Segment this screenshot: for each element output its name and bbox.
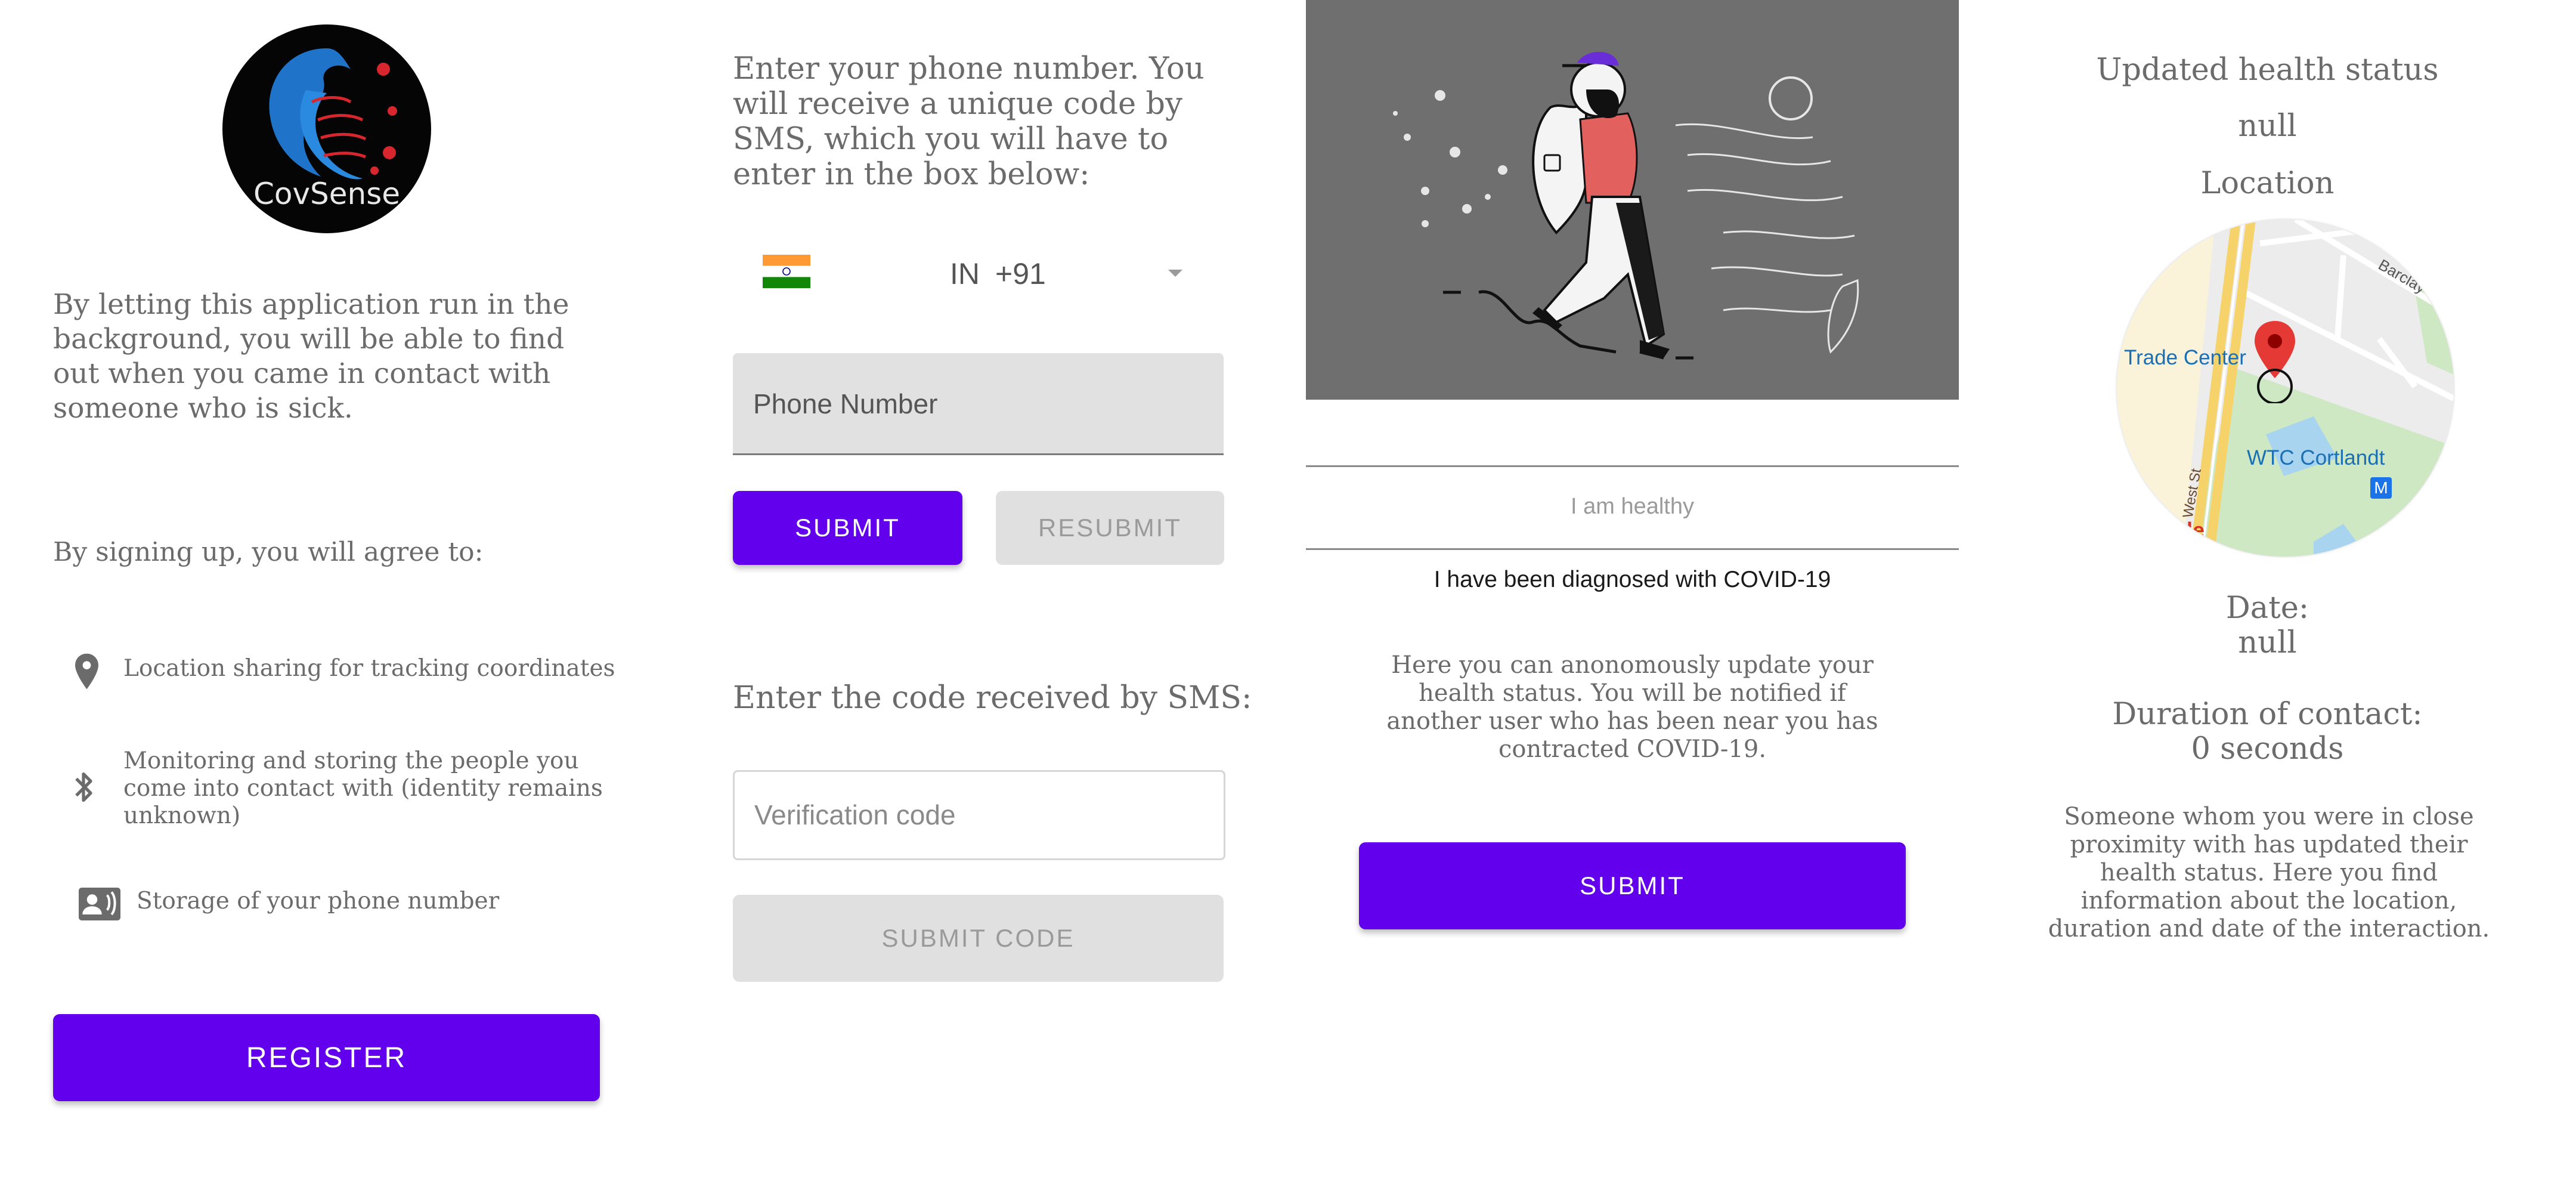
location-pin-icon [70,652,103,691]
dial-code: +91 [995,257,1046,291]
india-flag-icon [763,255,810,288]
duration-value: 0 seconds [2191,731,2344,767]
location-map[interactable]: Trade Center WTC Cortlandt Barclay West … [2117,220,2454,557]
date-label: Date: [2225,591,2309,626]
screen-contact-alert: Updated health status null Location Trad… [1959,0,2576,1202]
screen-register: CovSense By letting this application run… [0,0,653,1202]
intro-text: By letting this application run in the b… [53,288,569,425]
phone-number-placeholder: Phone Number [753,388,938,419]
phone-instructions: Enter your phone number. You will receiv… [733,51,1205,192]
date-value: null [2238,625,2297,660]
permission-phone-label: Storage of your phone number [137,888,500,914]
permission-bluetooth-label: Monitoring and storing the people you co… [123,747,603,829]
map-marker-icon [2251,320,2299,404]
health-option-healthy[interactable]: I am healthy [1306,465,1959,550]
verification-code-placeholder: Verification code [754,799,956,830]
submit-code-button[interactable]: SUBMIT CODE [733,895,1224,982]
submit-phone-button[interactable]: SUBMIT [733,491,962,565]
alert-title: Updated health status [2096,52,2439,88]
screen-health-status: I am healthy I have been diagnosed with … [1306,0,1959,1202]
phone-number-field[interactable]: Phone Number [733,353,1224,455]
health-option-healthy-label: I am healthy [1571,494,1694,519]
health-option-diagnosed[interactable]: I have been diagnosed with COVID-19 [1306,567,1959,593]
contact-alert-description: Someone whom you were in close proximity… [2048,803,2490,943]
bluetooth-icon [73,768,97,807]
health-status-value: null [2238,109,2297,144]
location-label: Location [2200,166,2334,201]
code-heading: Enter the code received by SMS: [733,680,1252,716]
metro-icon: M [2370,477,2392,499]
submit-health-button[interactable]: SUBMIT [1359,842,1906,929]
duration-label: Duration of contact: [2112,697,2423,732]
country-code: IN [950,257,980,291]
wind-illustration [1306,0,1959,400]
permission-location-label: Location sharing for tracking coordinate… [123,655,615,682]
map-label-wtc: WTC Cortlandt [2247,446,2385,469]
verification-code-input[interactable]: Verification code [733,770,1225,860]
logo-text: CovSense [253,177,401,211]
register-button[interactable]: REGISTER [53,1014,600,1101]
country-picker[interactable]: IN +91 [733,242,1224,307]
agree-heading: By signing up, you will agree to: [53,537,484,567]
map-label-trade-center: Trade Center [2124,346,2246,369]
app-logo: CovSense [222,24,431,233]
map-label-google: gle [2174,518,2205,542]
screen-phone-verification: Enter your phone number. You will receiv… [653,0,1306,1202]
contact-card-icon [79,888,120,920]
resubmit-button[interactable]: RESUBMIT [996,491,1224,565]
health-status-description: Here you can anonomously update your hea… [1386,651,1878,763]
chevron-down-icon [1167,268,1184,278]
